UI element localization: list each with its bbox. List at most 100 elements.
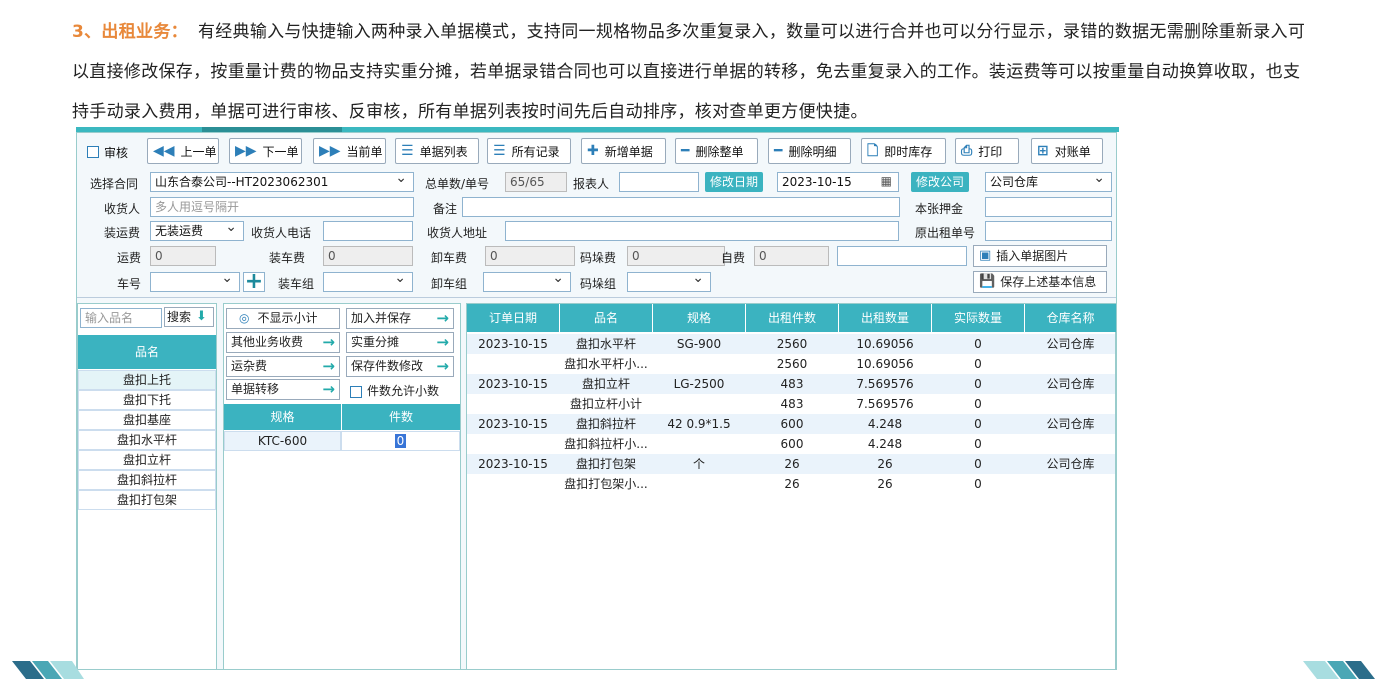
stack-fee-input[interactable]: 0 bbox=[627, 246, 725, 266]
table-cell bbox=[653, 434, 745, 454]
checkbox-icon bbox=[87, 146, 99, 158]
calendar-icon[interactable]: ▦ bbox=[881, 173, 892, 190]
ship-fee-select[interactable]: 无装运费 bbox=[150, 221, 244, 241]
remark-input[interactable] bbox=[462, 197, 900, 217]
table-cell bbox=[467, 434, 559, 454]
col-header-name: 品名 bbox=[560, 304, 652, 332]
table-cell: 7.569576 bbox=[856, 377, 914, 391]
add-car-plus-icon[interactable]: + bbox=[243, 271, 265, 293]
add-save-button[interactable]: 加入并保存 → bbox=[346, 308, 454, 329]
self-fee-input[interactable]: 0 bbox=[754, 246, 829, 266]
freight-input[interactable]: 0 bbox=[150, 246, 216, 266]
list-item[interactable]: 盘扣立杆 bbox=[78, 450, 216, 470]
table-cell: 26 bbox=[784, 477, 800, 491]
warehouse-select[interactable]: 公司仓库 bbox=[985, 172, 1112, 192]
table-cell: 盘扣斜拉杆小... bbox=[564, 437, 648, 451]
load-fee-input[interactable]: 0 bbox=[323, 246, 413, 266]
table-cell: 0 bbox=[974, 457, 982, 471]
hide-subtotal-button[interactable]: ◎ 不显示小计 bbox=[226, 308, 340, 329]
orig-no-input[interactable] bbox=[985, 221, 1112, 241]
table-row[interactable]: 盘扣斜拉杆小... 600 4.248 0 bbox=[467, 434, 1115, 454]
delete-detail-button[interactable]: ━ 删除明细 bbox=[768, 138, 851, 164]
stock-button[interactable]: 🗋 即时库存 bbox=[861, 138, 946, 164]
transfer-button[interactable]: 单据转移 → bbox=[226, 379, 340, 400]
extra-fee-input[interactable] bbox=[837, 246, 967, 266]
insert-image-button[interactable]: ▣ 插入单据图片 bbox=[973, 245, 1107, 267]
delete-bill-button[interactable]: ━ 删除整单 bbox=[675, 138, 758, 164]
list-item[interactable]: 盘扣水平杆 bbox=[78, 430, 216, 450]
save-icon: 💾 bbox=[979, 274, 996, 289]
intro-heading: 3、出租业务： bbox=[72, 22, 188, 42]
col-header-warehouse: 仓库名称 bbox=[1025, 304, 1116, 332]
unload-group-select[interactable] bbox=[483, 272, 571, 292]
spec-column-header: 规格 bbox=[224, 404, 341, 430]
arrow-right-icon: → bbox=[436, 333, 449, 351]
modify-date-button[interactable]: 修改日期 bbox=[705, 172, 764, 192]
table-row[interactable]: 盘扣打包架小... 26 26 0 bbox=[467, 474, 1115, 494]
weight-split-button[interactable]: 实重分摊 → bbox=[346, 332, 454, 353]
table-row[interactable]: 盘扣立杆小计 483 7.569576 0 bbox=[467, 394, 1115, 414]
list-item[interactable]: 盘扣打包架 bbox=[78, 490, 216, 510]
misc-fee-button[interactable]: 运杂费 → bbox=[226, 356, 340, 377]
table-cell bbox=[653, 474, 745, 494]
list-item[interactable]: 盘扣下托 bbox=[78, 390, 216, 410]
table-cell: 2023-10-15 bbox=[478, 417, 548, 431]
load-group-select[interactable] bbox=[323, 272, 413, 292]
table-cell: 0 bbox=[974, 417, 982, 431]
unload-fee-input[interactable]: 0 bbox=[485, 246, 575, 266]
stack-group-select[interactable] bbox=[627, 272, 711, 292]
reporter-input[interactable] bbox=[619, 172, 699, 192]
table-cell: 4.248 bbox=[867, 417, 903, 431]
allow-decimal-checkbox[interactable]: 件数允许小数 bbox=[350, 382, 439, 399]
list-item[interactable]: 盘扣基座 bbox=[78, 410, 216, 430]
receiver-phone-input[interactable] bbox=[323, 221, 413, 241]
list-icon: ☰ bbox=[401, 143, 414, 159]
table-cell: 26 bbox=[784, 457, 800, 471]
table-row[interactable]: 盘扣水平杆小... 2560 10.69056 0 bbox=[467, 354, 1115, 374]
table-cell: 26 bbox=[877, 477, 893, 491]
deposit-label: 本张押金 bbox=[915, 202, 964, 216]
qty-cell[interactable]: 0 bbox=[341, 431, 460, 451]
date-input[interactable]: 2023-10-15 ▦ bbox=[777, 172, 899, 192]
save-basic-info-button[interactable]: 💾 保存上述基本信息 bbox=[973, 271, 1107, 293]
intro-text: 有经典输入与快捷输入两种录入单据模式，支持同一规格物品多次重复录入，数量可以进行… bbox=[72, 22, 1306, 122]
receiver-address-input[interactable] bbox=[505, 221, 899, 241]
receiver-input[interactable]: 多人用逗号隔开 bbox=[150, 197, 414, 217]
current-button[interactable]: ▶▶ 当前单 bbox=[313, 138, 386, 164]
minus-icon: ━ bbox=[681, 143, 690, 159]
list-button[interactable]: ☰ 单据列表 bbox=[395, 138, 479, 164]
list-item[interactable]: 盘扣上托 bbox=[78, 370, 216, 390]
car-label: 车号 bbox=[117, 277, 142, 291]
list-item[interactable]: 盘扣斜拉杆 bbox=[78, 470, 216, 490]
product-search-input[interactable]: 输入品名 bbox=[80, 308, 162, 328]
table-cell: 0 bbox=[974, 357, 982, 371]
table-cell: 盘扣立杆 bbox=[581, 377, 630, 391]
print-button[interactable]: ⎙ 打印 bbox=[955, 138, 1019, 164]
save-qty-modify-button[interactable]: 保存件数修改 → bbox=[346, 356, 454, 377]
prev-button[interactable]: ◀◀ 上一单 bbox=[147, 138, 219, 164]
search-button[interactable]: 搜索 ⬇ bbox=[164, 307, 214, 327]
all-records-button[interactable]: ☰ 所有记录 bbox=[487, 138, 571, 164]
table-row[interactable]: 2023-10-15 盘扣斜拉杆 42 0.9*1.5 600 4.248 0 公司仓库 bbox=[467, 414, 1115, 434]
table-row[interactable]: 2023-10-15 盘扣打包架 个 26 26 0 公司仓库 bbox=[467, 454, 1115, 474]
contract-select[interactable]: 山东合泰公司--HT2023062301 bbox=[150, 172, 414, 192]
document-icon: 🗋 bbox=[867, 143, 879, 159]
intro-paragraph: 3、出租业务： 有经典输入与快捷输入两种录入单据模式，支持同一规格物品多次重复录入… bbox=[72, 12, 1312, 132]
new-bill-button[interactable]: ✚ 新增单据 bbox=[581, 138, 666, 164]
remark-label: 备注 bbox=[433, 202, 458, 216]
table-row[interactable]: 2023-10-15 盘扣水平杆 SG-900 2560 10.69056 0 公司仓库 bbox=[467, 334, 1115, 354]
deposit-input[interactable] bbox=[985, 197, 1112, 217]
table-row[interactable]: 2023-10-15 盘扣立杆 LG-2500 483 7.569576 0 公司仓库 bbox=[467, 374, 1115, 394]
double-right-arrow-icon: ▶▶ bbox=[235, 143, 257, 159]
table-cell: 个 bbox=[692, 457, 705, 471]
reconcile-button[interactable]: ⊞ 对账单 bbox=[1031, 138, 1103, 164]
stack-fee-label: 码垛费 bbox=[580, 251, 617, 265]
table-cell: 483 bbox=[780, 397, 804, 411]
other-fee-button[interactable]: 其他业务收费 → bbox=[226, 332, 340, 353]
car-select[interactable] bbox=[150, 272, 240, 292]
modify-company-button[interactable]: 修改公司 bbox=[911, 172, 970, 192]
table-cell bbox=[1025, 354, 1116, 374]
next-button[interactable]: ▶▶ 下一单 bbox=[229, 138, 302, 164]
audit-checkbox[interactable]: 审核 bbox=[87, 139, 128, 165]
table-cell bbox=[653, 354, 745, 374]
